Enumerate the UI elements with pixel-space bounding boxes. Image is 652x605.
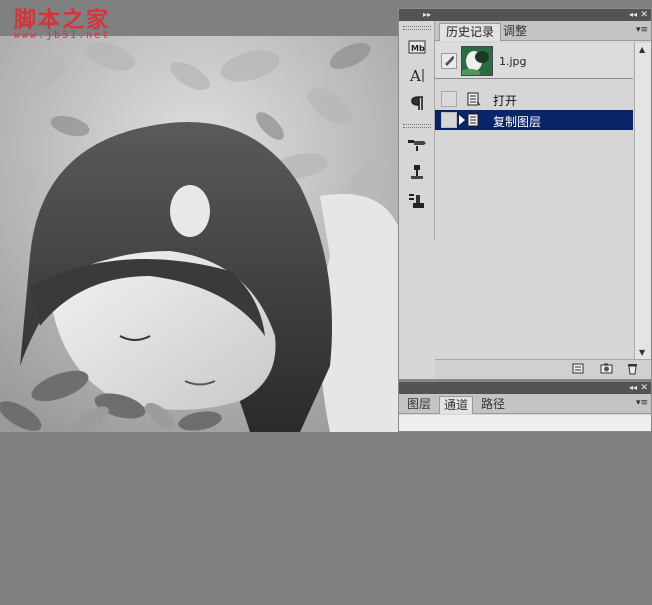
collapse-icon[interactable]: ◂◂ [629, 9, 637, 21]
history-snapshot[interactable]: 1.jpg [435, 43, 633, 79]
state-label: 复制图层 [493, 115, 542, 129]
history-panel-body: 历史记录 调整 ▾≡ 1.jpg 打开 复制图层 ▲ ▼ [435, 21, 651, 379]
dock-grip-2[interactable] [402, 124, 431, 128]
tab-channels[interactable]: 通道 [439, 396, 474, 414]
channels-list[interactable] [399, 415, 651, 431]
new-document-from-state-icon[interactable] [571, 363, 585, 375]
collapse-icon[interactable]: ◂◂ [629, 382, 637, 394]
brush-presets-icon[interactable] [406, 134, 428, 156]
history-panel: ▸▸ ◂◂ ✕ Mb A 历史记录 调整 ▾≡ 1.jpg 打开 复制图层 ▲ … [398, 8, 652, 380]
tab-history[interactable]: 历史记录 [439, 23, 502, 41]
photo-image [0, 36, 398, 432]
close-icon[interactable]: ✕ [640, 382, 648, 394]
document-state-icon [467, 113, 481, 127]
close-icon[interactable]: ✕ [640, 9, 648, 21]
history-brush-source-icon[interactable] [441, 53, 457, 69]
panel-titlebar[interactable]: ▸▸ ◂◂ ✕ [399, 9, 651, 21]
channels-tabs: 图层 通道 路径 ▾≡ [399, 394, 651, 414]
history-scrollbar[interactable]: ▲ ▼ [634, 43, 651, 359]
document-canvas[interactable] [0, 36, 398, 432]
mini-bridge-icon[interactable]: Mb [406, 36, 428, 58]
scroll-down-icon[interactable]: ▼ [639, 348, 645, 357]
tab-paths[interactable]: 路径 [481, 396, 505, 414]
delete-icon[interactable] [625, 363, 639, 375]
snapshot-thumbnail [461, 46, 493, 76]
new-snapshot-icon[interactable] [599, 363, 613, 375]
tool-presets-icon[interactable] [406, 190, 428, 212]
history-footer [435, 359, 651, 379]
watermark: 脚本之家 www.jb51.net [0, 0, 140, 44]
panel-titlebar[interactable]: ◂◂ ✕ [399, 382, 651, 394]
svg-text:Mb: Mb [411, 44, 425, 53]
clone-source-icon[interactable] [406, 162, 428, 184]
watermark-url: www.jb51.net [14, 30, 111, 41]
state-brush-source-checkbox[interactable] [441, 91, 457, 107]
channels-panel: ◂◂ ✕ 图层 通道 路径 ▾≡ [398, 381, 652, 432]
svg-text:A: A [409, 67, 421, 84]
history-state-duplicate-layer[interactable]: 复制图层 [435, 110, 633, 130]
snapshot-label: 1.jpg [499, 55, 527, 68]
document-state-icon [467, 92, 481, 106]
photoshop-workspace: 脚本之家 www.jb51.net ▸▸ ◂◂ ✕ Mb A 历史记录 调整 ▾… [0, 0, 652, 605]
tab-layers[interactable]: 图层 [407, 396, 431, 414]
dock-grip[interactable] [402, 26, 431, 30]
history-state-open[interactable]: 打开 [435, 89, 633, 109]
scroll-up-icon[interactable]: ▲ [639, 45, 645, 54]
state-brush-source-checkbox[interactable] [441, 112, 457, 128]
expand-icon[interactable]: ▸▸ [423, 9, 431, 21]
tab-adjustments[interactable]: 调整 [497, 23, 533, 41]
history-tabs: 历史记录 调整 ▾≡ [435, 21, 651, 41]
character-icon[interactable]: A [406, 64, 428, 86]
state-label: 打开 [493, 94, 518, 108]
paragraph-icon[interactable] [406, 92, 428, 114]
panel-menu-icon[interactable]: ▾≡ [636, 25, 648, 35]
panel-menu-icon[interactable]: ▾≡ [636, 398, 648, 408]
current-state-slider-icon[interactable] [459, 115, 465, 125]
panel-dock-strip: Mb A [399, 21, 435, 239]
